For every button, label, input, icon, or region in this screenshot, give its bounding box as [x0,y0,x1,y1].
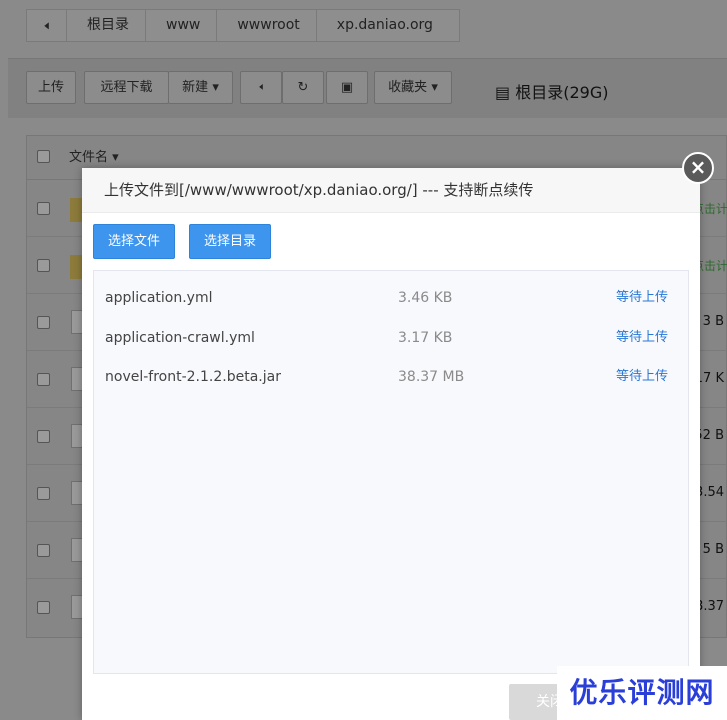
upload-file-list: application.yml 3.46 KB 等待上传 application… [93,270,689,674]
row-checkbox[interactable] [37,544,50,557]
top-bar: 🢐 根目录 www wwwroot xp.daniao.org [8,0,727,58]
row-size: 5 B [702,542,724,557]
new-dropdown-button[interactable]: 新建 ▾ [168,71,233,104]
terminal-button[interactable]: ▣ [326,71,368,104]
upload-file-status: 等待上传 [615,290,668,305]
row-checkbox[interactable] [37,259,50,272]
remote-download-button[interactable]: 远程下载 [84,71,169,104]
arrow-left-icon: 🢐 [43,16,50,35]
disk-indicator[interactable]: ▤ 根目录(29G) [495,79,608,103]
refresh-icon: ↻ [297,80,309,95]
breadcrumb-back-button[interactable]: 🢐 [27,10,67,41]
select-all-checkbox[interactable] [37,150,50,163]
upload-file-name: application-crawl.yml [105,330,255,346]
refresh-button[interactable]: ↻ [282,71,324,104]
favorites-dropdown-button[interactable]: 收藏夹 ▾ [374,71,452,104]
breadcrumb-item-root[interactable]: 根目录 [67,10,146,41]
list-item: novel-front-2.1.2.beta.jar 38.37 MB 等待上传 [94,357,690,397]
file-toolbar: 上传 远程下载 新建 ▾ 🢐 ↻ ▣ 收藏夹 ▾ ▤ 根目录(29G) [8,58,727,118]
list-item: application-crawl.yml 3.17 KB 等待上传 [94,318,690,358]
upload-file-name: novel-front-2.1.2.beta.jar [105,369,281,385]
row-checkbox[interactable] [37,316,50,329]
terminal-icon: ▣ [340,80,354,95]
row-checkbox[interactable] [37,430,50,443]
back-button[interactable]: 🢐 [240,71,282,104]
watermark-logo: 优乐评测网 [557,666,727,720]
breadcrumb: 🢐 根目录 www wwwroot xp.daniao.org [26,9,460,42]
breadcrumb-item-site[interactable]: xp.daniao.org [317,10,459,41]
hard-drive-icon: ▤ [495,83,511,102]
upload-file-size: 3.46 KB [398,290,453,306]
sort-caret-icon[interactable]: ▾ [112,150,119,165]
select-file-button[interactable]: 选择文件 [93,224,176,259]
breadcrumb-item-www[interactable]: www [146,10,218,41]
row-checkbox[interactable] [37,202,50,215]
close-icon[interactable]: × [682,152,714,184]
select-directory-button[interactable]: 选择目录 [189,224,272,259]
breadcrumb-item-wwwroot[interactable]: wwwroot [217,10,317,41]
upload-file-size: 3.17 KB [398,330,453,346]
upload-button[interactable]: 上传 [26,71,76,104]
dialog-title: 上传文件到[/www/wwwroot/xp.daniao.org/] --- 支… [82,168,700,213]
column-name-header[interactable]: 文件名 [69,150,108,165]
upload-file-status: 等待上传 [615,369,668,384]
upload-dialog: 上传文件到[/www/wwwroot/xp.daniao.org/] --- 支… [82,168,700,720]
list-item: application.yml 3.46 KB 等待上传 [94,278,690,318]
row-checkbox[interactable] [37,487,50,500]
arrow-left-icon: 🢐 [258,80,264,95]
upload-file-status: 等待上传 [615,330,668,345]
caret-down-icon: ▾ [431,80,438,95]
upload-file-name: application.yml [105,290,213,306]
new-label: 新建 [182,80,209,95]
row-size: 3 B [702,314,724,329]
upload-file-size: 38.37 MB [398,369,465,385]
disk-label: 根目录(29G) [515,83,609,102]
row-checkbox[interactable] [37,601,50,614]
favorites-label: 收藏夹 [388,80,428,95]
row-checkbox[interactable] [37,373,50,386]
caret-down-icon: ▾ [212,80,219,95]
